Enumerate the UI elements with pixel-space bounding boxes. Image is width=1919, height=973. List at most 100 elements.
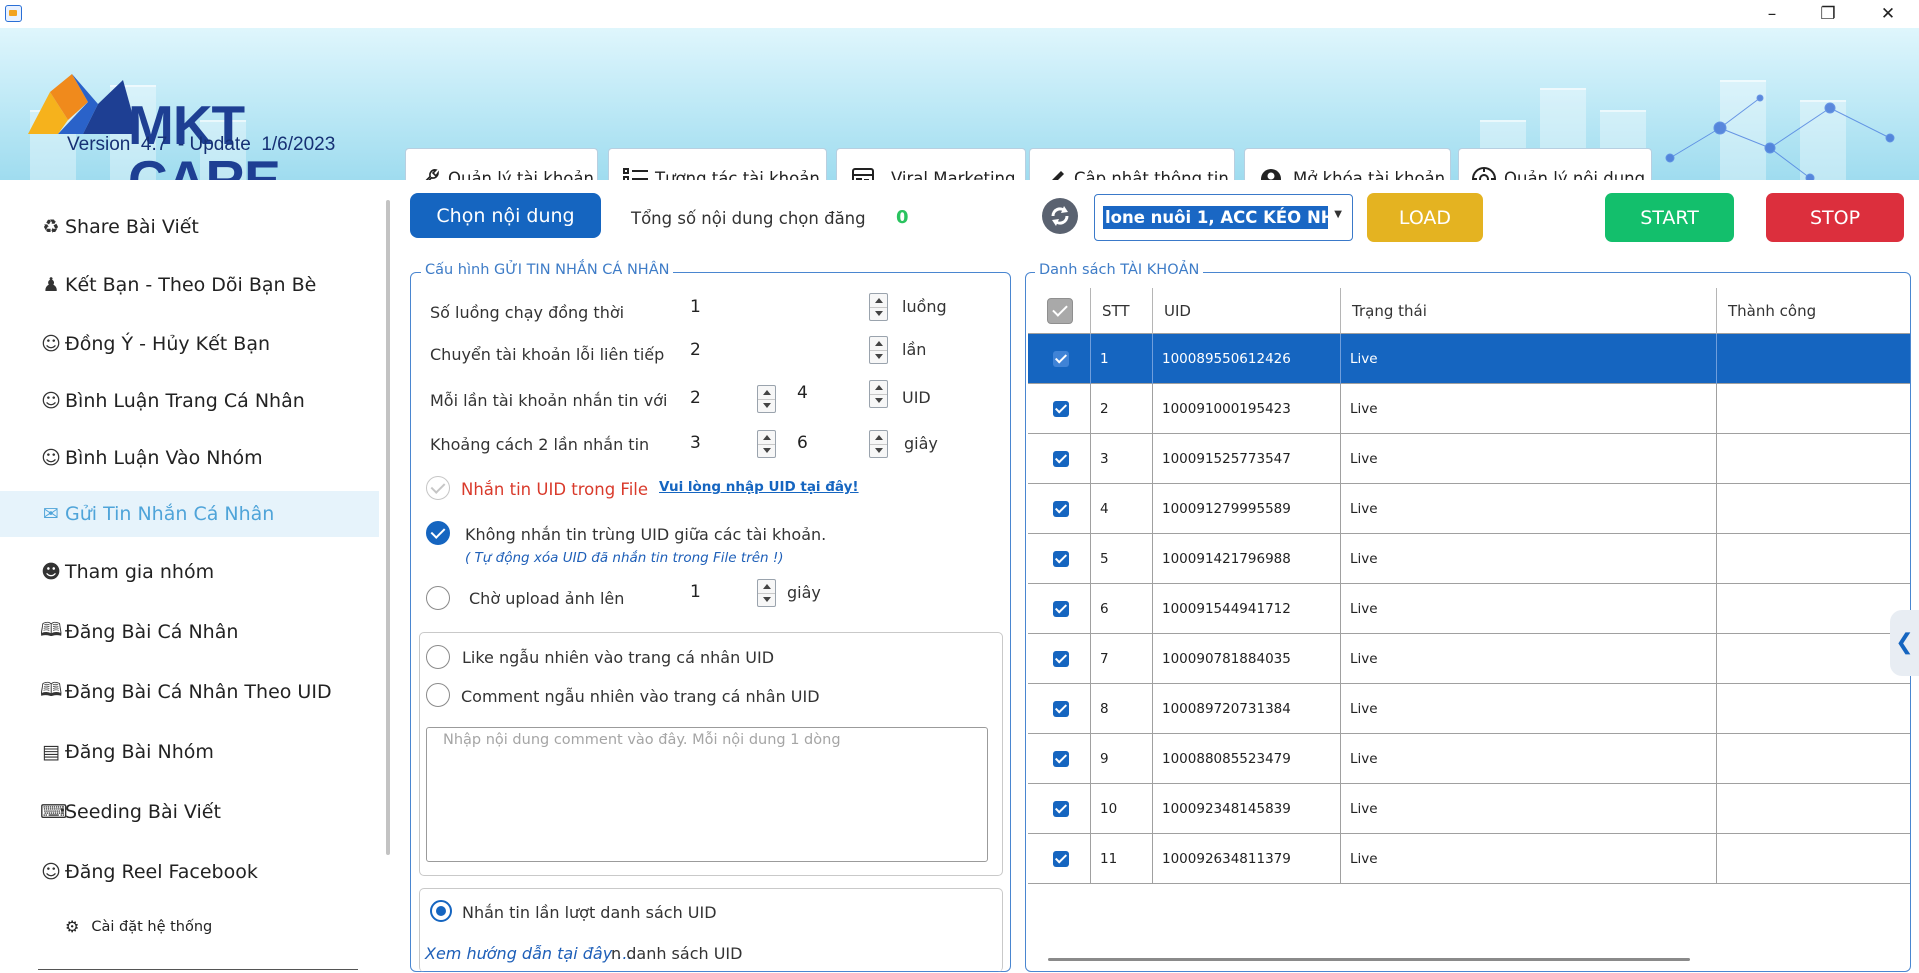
row-checkbox[interactable] — [1053, 651, 1069, 667]
per-account-max-stepper[interactable] — [869, 380, 888, 408]
row-checkbox[interactable] — [1053, 551, 1069, 567]
load-button[interactable]: LOAD — [1367, 193, 1483, 242]
tab-unlock-account[interactable]: Mở khóa tài khoản — [1244, 148, 1451, 180]
sidebar-item-personal-post-uid[interactable]: 🕮 Đăng Bài Cá Nhân Theo UID — [0, 669, 379, 715]
no-duplicate-checkbox[interactable] — [426, 521, 450, 545]
header-stt[interactable]: STT — [1091, 288, 1153, 334]
delay-max-stepper[interactable] — [869, 430, 888, 458]
table-row[interactable]: 10 100092348145839 Live — [1028, 784, 1910, 834]
row-checkbox[interactable] — [1053, 401, 1069, 417]
threads-input[interactable]: 1 — [690, 297, 701, 317]
select-cell — [1028, 834, 1091, 884]
table-row[interactable]: 11 100092634811379 Live — [1028, 834, 1910, 884]
per-account-max-input[interactable]: 4 — [797, 383, 808, 403]
start-button[interactable]: START — [1605, 193, 1734, 242]
table-row[interactable]: 1 100089550612426 Live — [1028, 334, 1910, 384]
chevron-down-icon: ▼ — [1334, 209, 1342, 220]
table-row[interactable]: 6 100091544941712 Live — [1028, 584, 1910, 634]
gear-icon — [1472, 166, 1496, 180]
sidebar-item-accept-friend[interactable]: ☺ Đồng Ý - Hủy Kết Bạn — [0, 321, 379, 367]
uid-file-checkbox[interactable] — [426, 476, 450, 500]
tab-account-management[interactable]: Quản lý tài khoản — [405, 148, 598, 180]
wait-upload-input[interactable]: 1 — [690, 582, 701, 602]
restore-button[interactable]: ❐ — [1805, 2, 1851, 26]
user-check-icon: ☺ — [41, 333, 61, 355]
row-checkbox[interactable] — [1053, 451, 1069, 467]
sidebar-item-comment-group[interactable]: ☺ Bình Luận Vào Nhóm — [0, 435, 379, 481]
close-button[interactable]: ✕ — [1865, 2, 1911, 26]
select-all-checkbox[interactable] — [1047, 298, 1073, 324]
tab-update-info[interactable]: Cập nhật thông tin — [1029, 148, 1235, 180]
delay-min-stepper[interactable] — [757, 430, 776, 458]
choose-content-button[interactable]: Chọn nội dung — [410, 193, 601, 238]
per-account-min-stepper[interactable] — [757, 385, 776, 413]
threads-stepper[interactable] — [869, 293, 888, 321]
comment-random-checkbox[interactable] — [426, 683, 450, 707]
uid-file-link[interactable]: Vui lòng nhập UID tại đây! — [659, 479, 859, 495]
cell-uid: 100090781884035 — [1153, 634, 1341, 684]
row-checkbox[interactable] — [1053, 351, 1069, 367]
row-checkbox[interactable] — [1053, 701, 1069, 717]
row-checkbox[interactable] — [1053, 801, 1069, 817]
uid-file-label: Nhắn tin UID trong File — [461, 480, 649, 499]
table-row[interactable]: 5 100091421796988 Live — [1028, 534, 1910, 584]
header-success[interactable]: Thành công — [1717, 288, 1910, 334]
header-uid[interactable]: UID — [1153, 288, 1341, 334]
table-row[interactable]: 4 100091279995589 Live — [1028, 484, 1910, 534]
sidebar-scrollbar[interactable] — [386, 200, 390, 855]
sidebar-item-share-post[interactable]: ♻ Share Bài Viết — [0, 204, 379, 250]
wrench-icon — [425, 168, 439, 180]
minimize-button[interactable]: – — [1749, 2, 1795, 26]
sidebar-item-send-message[interactable]: ✉ Gửi Tin Nhắn Cá Nhân — [0, 491, 379, 537]
wait-upload-stepper[interactable] — [757, 579, 776, 607]
row-checkbox[interactable] — [1053, 501, 1069, 517]
tab-account-interaction[interactable]: Tương tác tài khoản — [608, 148, 827, 180]
dashboard-icon — [852, 167, 874, 180]
table-horizontal-scrollbar[interactable] — [1048, 958, 1690, 961]
table-row[interactable]: 2 100091000195423 Live — [1028, 384, 1910, 434]
sidebar-item-personal-post[interactable]: 🕮 Đăng Bài Cá Nhân — [0, 609, 379, 655]
like-random-checkbox[interactable] — [426, 645, 450, 669]
per-account-min-input[interactable]: 2 — [690, 388, 701, 408]
table-row[interactable]: 9 100088085523479 Live — [1028, 734, 1910, 784]
table-row[interactable]: 8 100089720731384 Live — [1028, 684, 1910, 734]
sidebar-item-label: Đăng Bài Cá Nhân Theo UID — [65, 681, 332, 703]
tab-viral-marketing[interactable]: Viral Marketing — [836, 148, 1026, 180]
delay-max-input[interactable]: 6 — [797, 433, 808, 453]
table-header: STT UID Trạng thái Thành công — [1028, 288, 1910, 334]
cell-status: Live — [1341, 834, 1717, 884]
threads-unit: luồng — [902, 297, 947, 316]
guide-link[interactable]: Xem hướng dẫn tại đây ... — [425, 944, 633, 963]
row-checkbox[interactable] — [1053, 851, 1069, 867]
wait-upload-checkbox[interactable] — [426, 586, 450, 610]
sidebar-item-reel[interactable]: ☺ Đăng Reel Facebook — [0, 849, 379, 895]
row-checkbox[interactable] — [1053, 601, 1069, 617]
sidebar-item-group-post[interactable]: ▤ Đăng Bài Nhóm — [0, 729, 379, 775]
message-config-title: Cấu hình GỬI TIN NHẮN CÁ NHÂN — [421, 262, 674, 278]
sidebar-item-join-group[interactable]: ☻ Tham gia nhóm — [0, 549, 379, 595]
sidebar-item-system-settings[interactable]: ⚙ Cài đặt hệ thống — [65, 917, 212, 936]
sidebar-item-seeding[interactable]: ⌨ Seeding Bài Viết — [0, 789, 379, 835]
stop-button[interactable]: STOP — [1766, 193, 1904, 242]
account-group-select[interactable]: lone nuôi 1, ACC KÉO NHÓM ▼ — [1094, 194, 1353, 241]
row-checkbox[interactable] — [1053, 751, 1069, 767]
switch-account-label: Chuyển tài khoản lỗi liên tiếp — [430, 345, 665, 364]
cell-success — [1717, 484, 1910, 534]
refresh-button[interactable] — [1042, 198, 1078, 234]
switch-account-input[interactable]: 2 — [690, 340, 701, 360]
logo-mark-icon — [28, 74, 138, 134]
collapse-panel-button[interactable]: ❮ — [1890, 610, 1919, 676]
table-row[interactable]: 3 100091525773547 Live — [1028, 434, 1910, 484]
select-cell — [1028, 734, 1091, 784]
tab-content-management[interactable]: Quản lý nội dung — [1458, 148, 1652, 180]
table-row[interactable]: 7 100090781884035 Live — [1028, 634, 1910, 684]
delay-min-input[interactable]: 3 — [690, 433, 701, 453]
header-status[interactable]: Trạng thái — [1341, 288, 1717, 334]
comment-content-input[interactable]: Nhập nội dung comment vào đây. Mỗi nội d… — [426, 727, 988, 862]
switch-account-stepper[interactable] — [869, 336, 888, 364]
cell-uid: 100089550612426 — [1153, 334, 1341, 384]
sidebar-item-comment-profile[interactable]: ☺ Bình Luận Trang Cá Nhân — [0, 378, 379, 424]
cell-status: Live — [1341, 734, 1717, 784]
sequential-uid-radio[interactable] — [430, 900, 452, 922]
sidebar-item-add-friend[interactable]: ♟ Kết Bạn - Theo Dõi Bạn Bè — [0, 262, 379, 308]
